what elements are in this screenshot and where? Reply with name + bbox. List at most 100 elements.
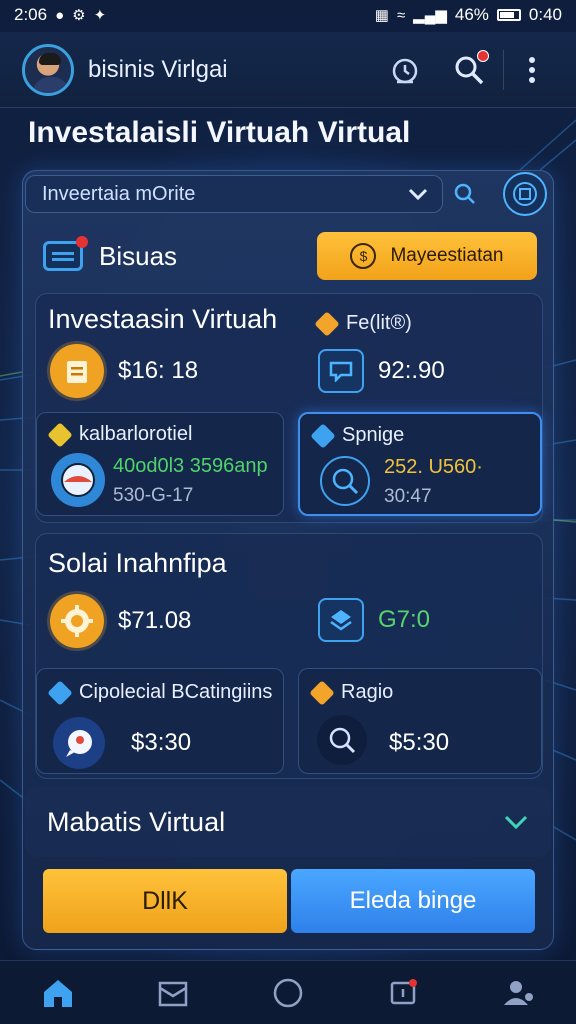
nav-circle[interactable] (258, 965, 318, 1021)
solai-amount: $71.08 (50, 594, 191, 648)
ragio-header: Ragio (309, 679, 394, 706)
app-title: bisinis Virlgai (88, 55, 228, 83)
solai-amount-value: $71.08 (118, 607, 192, 634)
cipolecial-header: Cipolecial BCatingiins (47, 679, 273, 706)
kalbarlorotiel-header: kalbarlorotiel (47, 421, 193, 448)
solai-value: G7:0 (318, 598, 430, 642)
nav-inbox[interactable] (143, 965, 203, 1021)
battery-icon (496, 9, 521, 21)
diamond-icon (310, 422, 336, 449)
globe-icon (51, 453, 105, 507)
ragio-label: Ragio (341, 681, 394, 703)
investment-value-text: 92:.90 (378, 357, 445, 384)
chat-icon (318, 349, 364, 393)
chevron-down-icon (504, 815, 528, 830)
eleda-binge-button[interactable]: Eleda binge (291, 869, 535, 933)
search-button[interactable] (447, 48, 491, 92)
nav-home[interactable] (28, 965, 88, 1021)
cipolecial-card[interactable]: Cipolecial BCatingiins $3:30 (36, 668, 284, 774)
spnige-label: Spnige (342, 424, 405, 446)
signal-status-icon: ▂▄▆ (413, 7, 447, 24)
search-row: Inveertaia mOrite (25, 172, 551, 216)
spnige-header: Spnige (310, 422, 405, 449)
solai-panel-title: Solai Inahnfipa (48, 548, 227, 578)
ragio-card[interactable]: Ragio $5:30 (298, 668, 542, 774)
wifi-status-icon: ≈ (396, 6, 406, 24)
bisuas-label: Bisuas (99, 240, 178, 271)
investment-tag: Fe(lit®) (314, 310, 412, 337)
coin-icon: $ (350, 243, 377, 269)
bluetooth-status-icon: ✦ (93, 7, 107, 24)
document-icon (513, 182, 537, 206)
diamond-icon (309, 679, 335, 706)
card-badge-dot (76, 236, 88, 248)
layers-icon (318, 598, 364, 642)
search-icon (454, 183, 475, 204)
kalbarlorotiel-green-value: 40od0l3 3596anp (113, 455, 268, 477)
avatar[interactable] (22, 43, 74, 96)
status-bar: 2:06 ● ⚙ ✦ ▦ ≈ ▂▄▆ 46% 0:40 (0, 0, 576, 30)
profile-round-button[interactable] (503, 172, 547, 216)
alarm-icon (392, 58, 418, 83)
investment-value: 92:.90 (318, 349, 445, 393)
search-submit-button[interactable] (443, 175, 487, 213)
home-icon (43, 979, 72, 1007)
investment-panel: Investaasin Virtuah Fe(lit®) $16: 18 92:… (35, 293, 543, 523)
appbar-divider (503, 49, 504, 90)
kalbarlorotiel-grey-value: 530-G-17 (113, 485, 194, 506)
chevron-down-icon (408, 188, 428, 201)
profile-icon (504, 980, 534, 1005)
investment-amount-value: $16: 18 (118, 357, 199, 384)
dllk-button[interactable]: DllK (43, 869, 287, 933)
nfc-status-icon: ▦ (374, 7, 389, 24)
page-title: Investalaisli Virtuah Virtual (28, 116, 411, 149)
investment-panel-title: Investaasin Virtuah (48, 304, 278, 334)
kalbarlorotiel-card[interactable]: kalbarlorotiel 40od0l3 3596anp 530-G-17 (36, 412, 284, 516)
alarm-button[interactable] (383, 48, 427, 92)
battery-percent: 46% (454, 5, 489, 24)
diamond-icon (314, 310, 340, 337)
solai-value-text: G7:0 (378, 606, 431, 633)
search-dropdown[interactable]: Inveertaia mOrite (25, 175, 443, 213)
main-card: Inveertaia mOrite Bisuas $ Mayeestiatan (22, 170, 554, 950)
spnige-card[interactable]: Spnige 252. U560· 30:47 (298, 412, 542, 516)
bisuas-row: Bisuas $ Mayeestiatan (43, 231, 537, 281)
mayeestiatan-button[interactable]: $ Mayeestiatan (317, 232, 537, 280)
diamond-icon (47, 421, 73, 448)
card-icon (43, 236, 88, 271)
nav-notifications[interactable] (373, 965, 433, 1021)
investment-amount: $16: 18 (50, 344, 198, 398)
cipolecial-label: Cipolecial BCatingiins (79, 681, 273, 703)
solai-panel: Solai Inahnfipa $71.08 G7:0 Cipolecial B… (35, 533, 543, 779)
notification-icon (390, 978, 418, 1004)
search-icon (317, 715, 367, 765)
spnige-grey-value: 30:47 (384, 486, 432, 507)
more-vertical-icon (529, 56, 535, 83)
action-row: DllK Eleda binge (43, 869, 535, 933)
ragio-value: $5:30 (389, 729, 450, 756)
mabatis-collapse-header[interactable]: Mabatis Virtual (25, 787, 551, 857)
gear-icon (50, 594, 104, 648)
status-time-left: 2:06 (14, 5, 48, 24)
more-menu-button[interactable] (510, 48, 554, 92)
inbox-icon (158, 981, 188, 1006)
mayeestiatan-label: Mayeestiatan (390, 245, 504, 266)
search-icon (320, 456, 370, 506)
status-time-right: 0:40 (528, 5, 562, 24)
diamond-icon (47, 679, 73, 706)
nav-profile[interactable] (488, 965, 548, 1021)
settings-status-icon: ⚙ (72, 7, 86, 24)
kalbarlorotiel-label: kalbarlorotiel (79, 423, 193, 445)
notification-status-icon: ● (55, 6, 65, 24)
search-dropdown-value: Inveertaia mOrite (42, 182, 196, 205)
cipolecial-value: $3:30 (131, 729, 192, 756)
speech-bubble-icon (53, 717, 105, 769)
search-badge-dot (477, 49, 489, 62)
clipboard-icon (50, 344, 104, 398)
investment-tag-label: Fe(lit®) (346, 312, 412, 334)
bottom-nav (0, 960, 576, 1024)
spnige-gold-value: 252. U560· (384, 456, 483, 478)
mabatis-title: Mabatis Virtual (47, 806, 226, 837)
circle-icon (273, 978, 303, 1007)
app-bar: bisinis Virlgai (0, 32, 576, 108)
